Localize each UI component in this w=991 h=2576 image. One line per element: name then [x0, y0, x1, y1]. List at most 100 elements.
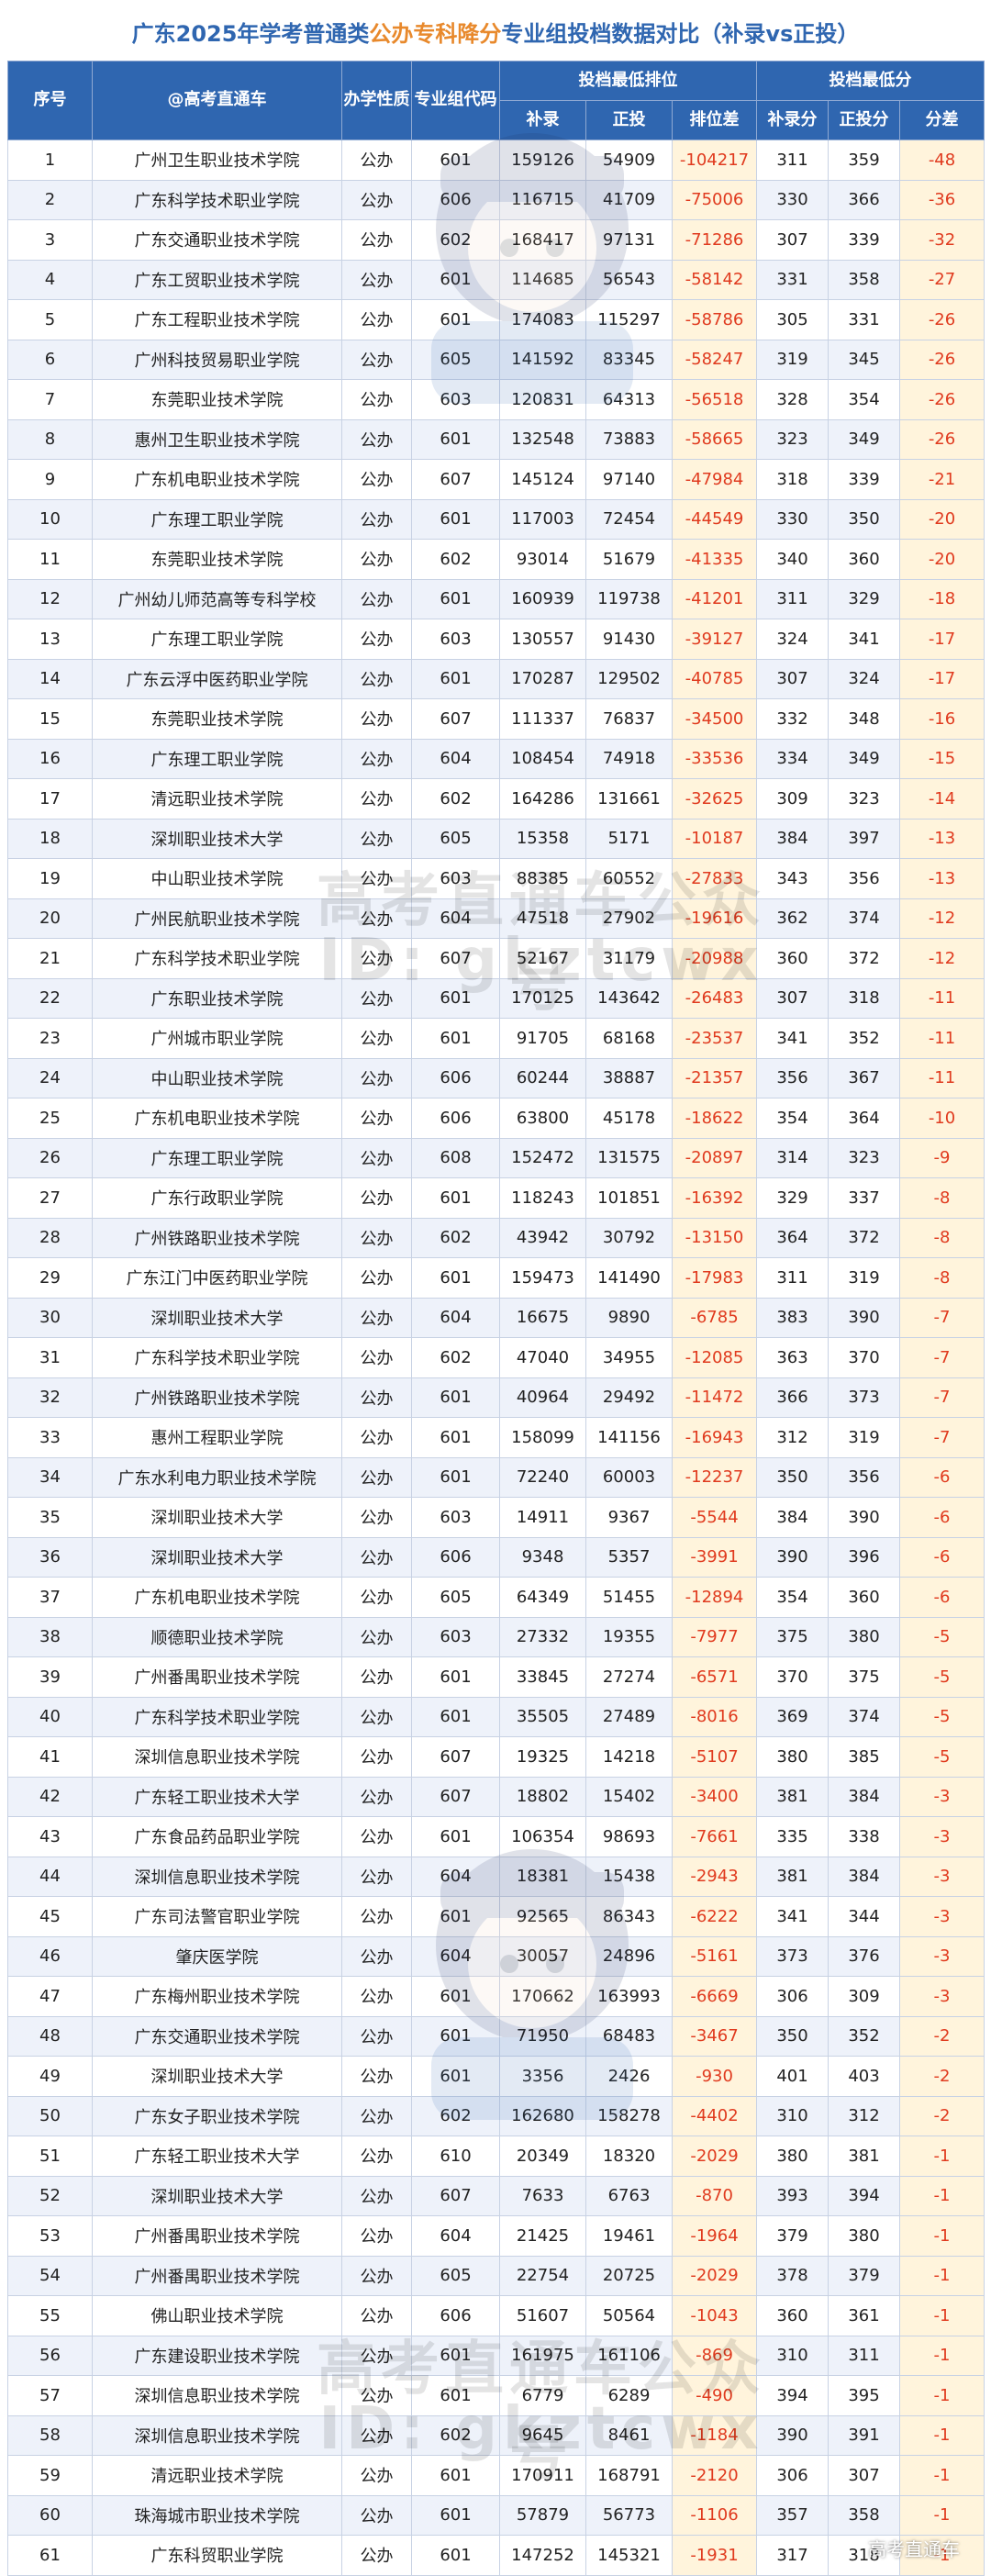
cell-regular-score: 309 — [829, 1977, 900, 2017]
cell-school: 中山职业技术学院 — [93, 859, 342, 899]
cell-nature: 公办 — [342, 739, 412, 779]
cell-school: 东莞职业技术学院 — [93, 380, 342, 420]
table-row: 54广州番禺职业技术学院公办6052275420725-2029378379-1 — [8, 2256, 985, 2296]
cell-supp-score: 310 — [757, 2096, 829, 2136]
cell-school: 惠州工程职业学院 — [93, 1418, 342, 1458]
cell-rank-diff: -58142 — [673, 260, 757, 300]
cell-regular-rank: 68483 — [586, 2016, 673, 2057]
cell-seq: 58 — [8, 2415, 93, 2456]
cell-supp-rank: 71950 — [500, 2016, 586, 2057]
table-row: 47广东梅州职业技术学院公办601170662163993-6669306309… — [8, 1977, 985, 2017]
cell-supp-score: 369 — [757, 1697, 829, 1737]
cell-group-code: 605 — [412, 2256, 500, 2296]
cell-seq: 49 — [8, 2057, 93, 2097]
cell-school: 广东女子职业技术学院 — [93, 2096, 342, 2136]
cell-seq: 25 — [8, 1098, 93, 1139]
cell-nature: 公办 — [342, 2415, 412, 2456]
cell-group-code: 606 — [412, 1058, 500, 1098]
cell-nature: 公办 — [342, 1657, 412, 1698]
cell-regular-score: 358 — [829, 2495, 900, 2536]
cell-seq: 48 — [8, 2016, 93, 2057]
cell-score-diff: -3 — [900, 1936, 985, 1977]
cell-seq: 27 — [8, 1178, 93, 1219]
cell-regular-score: 385 — [829, 1737, 900, 1778]
cell-nature: 公办 — [342, 419, 412, 460]
cell-regular-rank: 27902 — [586, 898, 673, 939]
header-school: @高考直通车 — [93, 61, 342, 140]
cell-score-diff: -18 — [900, 579, 985, 619]
cell-group-code: 607 — [412, 699, 500, 740]
cell-regular-rank: 145321 — [586, 2536, 673, 2576]
cell-regular-rank: 34955 — [586, 1338, 673, 1378]
cell-supp-score: 381 — [757, 1857, 829, 1897]
cell-seq: 59 — [8, 2456, 93, 2496]
cell-seq: 57 — [8, 2376, 93, 2416]
cell-score-diff: -2 — [900, 2096, 985, 2136]
cell-school: 深圳信息职业技术学院 — [93, 1857, 342, 1897]
table-row: 51广东轻工职业技术大学公办6102034918320-2029380381-1 — [8, 2136, 985, 2177]
cell-regular-rank: 5171 — [586, 819, 673, 859]
cell-rank-diff: -2029 — [673, 2256, 757, 2296]
table-row: 50广东女子职业技术学院公办602162680158278-4402310312… — [8, 2096, 985, 2136]
cell-rank-diff: -32625 — [673, 779, 757, 820]
cell-regular-rank: 9890 — [586, 1298, 673, 1338]
cell-score-diff: -3 — [900, 1857, 985, 1897]
cell-school: 广东梅州职业技术学院 — [93, 1977, 342, 2017]
cell-regular-score: 373 — [829, 1377, 900, 1418]
header-group-code: 专业组代码 — [412, 61, 500, 140]
cell-supp-score: 324 — [757, 619, 829, 660]
title-accent: 公办专科降分 — [369, 16, 501, 48]
cell-seq: 26 — [8, 1138, 93, 1178]
cell-seq: 1 — [8, 140, 93, 181]
cell-score-diff: -5 — [900, 1657, 985, 1698]
cell-supp-score: 307 — [757, 659, 829, 699]
cell-supp-rank: 7633 — [500, 2176, 586, 2216]
cell-rank-diff: -1106 — [673, 2495, 757, 2536]
cell-regular-rank: 56543 — [586, 260, 673, 300]
cell-school: 广东科学技术职业学院 — [93, 939, 342, 979]
cell-group-code: 607 — [412, 2176, 500, 2216]
cell-regular-score: 348 — [829, 699, 900, 740]
cell-regular-rank: 19461 — [586, 2216, 673, 2257]
cell-seq: 47 — [8, 1977, 93, 2017]
cell-supp-score: 328 — [757, 380, 829, 420]
cell-nature: 公办 — [342, 140, 412, 181]
cell-seq: 24 — [8, 1058, 93, 1098]
cell-score-diff: -9 — [900, 1138, 985, 1178]
cell-rank-diff: -27833 — [673, 859, 757, 899]
cell-rank-diff: -17983 — [673, 1258, 757, 1299]
cell-school: 东莞职业技术学院 — [93, 699, 342, 740]
cell-rank-diff: -2029 — [673, 2136, 757, 2177]
cell-supp-rank: 141592 — [500, 340, 586, 380]
cell-school: 广东理工职业学院 — [93, 619, 342, 660]
cell-seq: 30 — [8, 1298, 93, 1338]
cell-regular-score: 379 — [829, 2256, 900, 2296]
cell-rank-diff: -26483 — [673, 978, 757, 1019]
cell-supp-rank: 40964 — [500, 1377, 586, 1418]
cell-regular-score: 374 — [829, 1697, 900, 1737]
cell-regular-score: 352 — [829, 2016, 900, 2057]
cell-supp-score: 357 — [757, 2495, 829, 2536]
cell-supp-rank: 162680 — [500, 2096, 586, 2136]
cell-supp-score: 354 — [757, 1578, 829, 1618]
cell-supp-rank: 72240 — [500, 1457, 586, 1498]
cell-group-code: 604 — [412, 739, 500, 779]
cell-score-diff: -10 — [900, 1098, 985, 1139]
cell-rank-diff: -869 — [673, 2336, 757, 2376]
cell-school: 广州番禺职业技术学院 — [93, 2216, 342, 2257]
cell-school: 广东科学技术职业学院 — [93, 1338, 342, 1378]
cell-school: 肇庆医学院 — [93, 1936, 342, 1977]
cell-supp-score: 364 — [757, 1218, 829, 1258]
cell-supp-rank: 18381 — [500, 1857, 586, 1897]
cell-score-diff: -1 — [900, 2456, 985, 2496]
cell-score-diff: -13 — [900, 819, 985, 859]
cell-seq: 4 — [8, 260, 93, 300]
cell-rank-diff: -34500 — [673, 699, 757, 740]
cell-score-diff: -26 — [900, 380, 985, 420]
cell-seq: 18 — [8, 819, 93, 859]
cell-supp-rank: 170125 — [500, 978, 586, 1019]
cell-supp-rank: 18802 — [500, 1777, 586, 1817]
cell-regular-score: 391 — [829, 2415, 900, 2456]
cell-regular-rank: 6289 — [586, 2376, 673, 2416]
cell-supp-rank: 19325 — [500, 1737, 586, 1778]
